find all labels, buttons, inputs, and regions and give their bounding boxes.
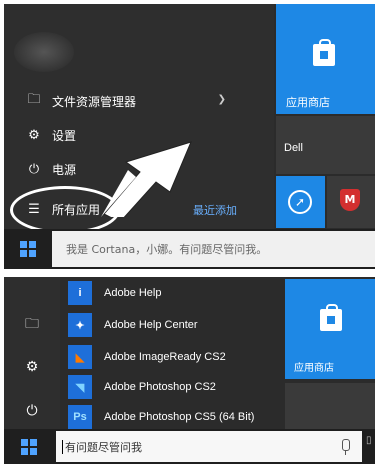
tile-label: 应用商店: [286, 96, 330, 109]
adobe-help-icon: i: [68, 281, 92, 305]
cortana-search-box[interactable]: 我是 Cortana，小娜。有问题尽管问我。: [52, 231, 375, 267]
start-button[interactable]: [4, 429, 54, 464]
menu-item-label: 电源: [52, 162, 77, 177]
adobe-photoshop-icon: ◥: [68, 375, 92, 399]
chevron-right-icon[interactable]: ❯: [218, 94, 226, 105]
search-placeholder: 我是 Cortana，小娜。有问题尽管问我。: [66, 243, 268, 256]
microphone-icon[interactable]: [342, 439, 350, 455]
text-caret: [62, 439, 63, 454]
app-list-item[interactable]: i Adobe Help: [68, 279, 162, 307]
tile-safari[interactable]: ➚: [276, 176, 325, 228]
app-list-item[interactable]: ◥ Adobe Photoshop CS2: [68, 373, 216, 401]
tile-dell[interactable]: Dell: [276, 116, 375, 174]
windows-logo-icon: [20, 241, 36, 257]
file-explorer-icon: 🗀: [27, 92, 41, 107]
store-bag-icon: [320, 304, 342, 331]
search-input[interactable]: 有问题尽管问我: [56, 431, 362, 462]
menu-item-file-explorer[interactable]: 🗀 文件资源管理器 ❯: [4, 86, 254, 116]
windows-logo-icon: [21, 438, 37, 455]
adobe-imageready-icon: ◣: [68, 345, 92, 369]
power-icon: ⏻: [28, 161, 40, 177]
app-list-item[interactable]: ✦ Adobe Help Center: [68, 311, 198, 339]
tile-store[interactable]: 应用商店: [285, 279, 375, 379]
app-label: Adobe Photoshop CS2: [104, 381, 216, 393]
power-icon[interactable]: ⏻: [4, 403, 60, 419]
tile-store[interactable]: 应用商店: [276, 4, 375, 114]
app-label: Adobe Help Center: [104, 319, 198, 331]
start-button[interactable]: [4, 229, 52, 269]
start-menu-panel-top: 🗀 文件资源管理器 ❯ ⚙ 设置 ⏻ 电源 ☰ 所有应用 最近添加 应用商店 D…: [4, 4, 375, 269]
photoshop-ps-icon: Ps: [68, 405, 92, 429]
safari-compass-icon: ➚: [288, 190, 312, 214]
tile-mcafee[interactable]: M: [327, 176, 375, 228]
tile-label: Dell: [284, 142, 303, 154]
search-placeholder: 有问题尽管问我: [65, 440, 142, 454]
app-label: Adobe Photoshop CS5 (64 Bit): [104, 411, 255, 423]
taskbar: 有问题尽管问我 ▯: [4, 429, 375, 464]
file-explorer-icon[interactable]: 🗀: [4, 313, 60, 337]
app-list-item[interactable]: ◣ Adobe ImageReady CS2: [68, 343, 226, 371]
user-avatar[interactable]: [14, 32, 74, 72]
store-bag-icon: [313, 39, 335, 66]
pointer-arrow-icon: [101, 141, 192, 217]
menu-item-label: 文件资源管理器: [52, 94, 137, 109]
taskbar-edge-icon[interactable]: ▯: [366, 435, 372, 446]
mcafee-shield-icon: M: [340, 189, 360, 211]
tile-blank[interactable]: [285, 383, 375, 429]
app-label: Adobe ImageReady CS2: [104, 351, 226, 363]
tile-label: 应用商店: [294, 363, 334, 374]
app-list-item[interactable]: Ps Adobe Photoshop CS5 (64 Bit): [68, 403, 254, 431]
start-menu-panel-bottom: 🗀 ⚙ ⏻ i Adobe Help ✦ Adobe Help Center ◣…: [4, 277, 375, 464]
gear-icon: ⚙: [28, 127, 40, 143]
adobe-help-center-icon: ✦: [68, 313, 92, 337]
start-menu-rail: 🗀 ⚙ ⏻: [4, 277, 60, 429]
taskbar: 我是 Cortana，小娜。有问题尽管问我。: [4, 229, 375, 269]
start-menu-left-column: 🗀 文件资源管理器 ❯ ⚙ 设置 ⏻ 电源 ☰ 所有应用 最近添加: [4, 4, 274, 234]
app-label: Adobe Help: [104, 287, 162, 299]
menu-item-label: 设置: [52, 128, 77, 143]
gear-icon[interactable]: ⚙: [4, 359, 60, 375]
